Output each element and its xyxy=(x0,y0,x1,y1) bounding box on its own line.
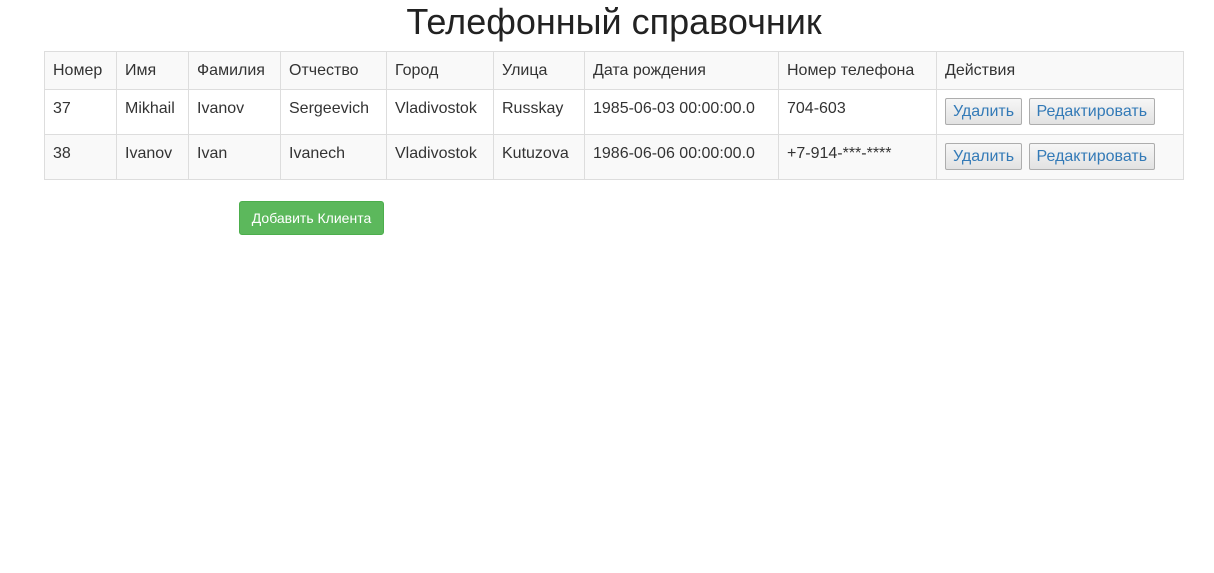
header-patronymic: Отчество xyxy=(280,51,387,90)
delete-button[interactable]: Удалить xyxy=(945,98,1023,125)
cell-number: 38 xyxy=(44,134,117,180)
page-title: Телефонный справочник xyxy=(406,1,822,42)
table-header-row: Номер Имя Фамилия Отчество Город Улица Д… xyxy=(44,51,1184,90)
cell-patronymic: Sergeevich xyxy=(280,89,387,135)
cell-last-name: Ivanov xyxy=(188,89,281,135)
header-phone: Номер телефона xyxy=(778,51,937,90)
cell-street: Russkay xyxy=(493,89,585,135)
cell-phone: +7-914-***-**** xyxy=(778,134,937,180)
cell-actions: Удалить Редактировать xyxy=(936,89,1184,135)
delete-button[interactable]: Удалить xyxy=(945,143,1023,170)
table-row: 37 Mikhail Ivanov Sergeevich Vladivostok… xyxy=(44,89,1184,135)
header-birth-date: Дата рождения xyxy=(584,51,779,90)
cell-patronymic: Ivanech xyxy=(280,134,387,180)
header-actions: Действия xyxy=(936,51,1184,90)
cell-birth-date: 1985-06-03 00:00:00.0 xyxy=(584,89,779,135)
cell-city: Vladivostok xyxy=(386,89,494,135)
header-number: Номер xyxy=(44,51,117,90)
cell-first-name: Mikhail xyxy=(116,89,189,135)
contacts-table: Номер Имя Фамилия Отчество Город Улица Д… xyxy=(44,51,1184,180)
add-client-button[interactable]: Добавить Клиента xyxy=(239,201,384,235)
cell-birth-date: 1986-06-06 00:00:00.0 xyxy=(584,134,779,180)
header-last-name: Фамилия xyxy=(188,51,281,90)
edit-button[interactable]: Редактировать xyxy=(1028,98,1156,125)
cell-actions: Удалить Редактировать xyxy=(936,134,1184,180)
cell-phone: 704-603 xyxy=(778,89,937,135)
cell-number: 37 xyxy=(44,89,117,135)
header-city: Город xyxy=(386,51,494,90)
cell-street: Kutuzova xyxy=(493,134,585,180)
cell-city: Vladivostok xyxy=(386,134,494,180)
edit-button[interactable]: Редактировать xyxy=(1028,143,1156,170)
cell-last-name: Ivan xyxy=(188,134,281,180)
header-first-name: Имя xyxy=(116,51,189,90)
table-row: 38 Ivanov Ivan Ivanech Vladivostok Kutuz… xyxy=(44,134,1184,180)
header-street: Улица xyxy=(493,51,585,90)
cell-first-name: Ivanov xyxy=(116,134,189,180)
